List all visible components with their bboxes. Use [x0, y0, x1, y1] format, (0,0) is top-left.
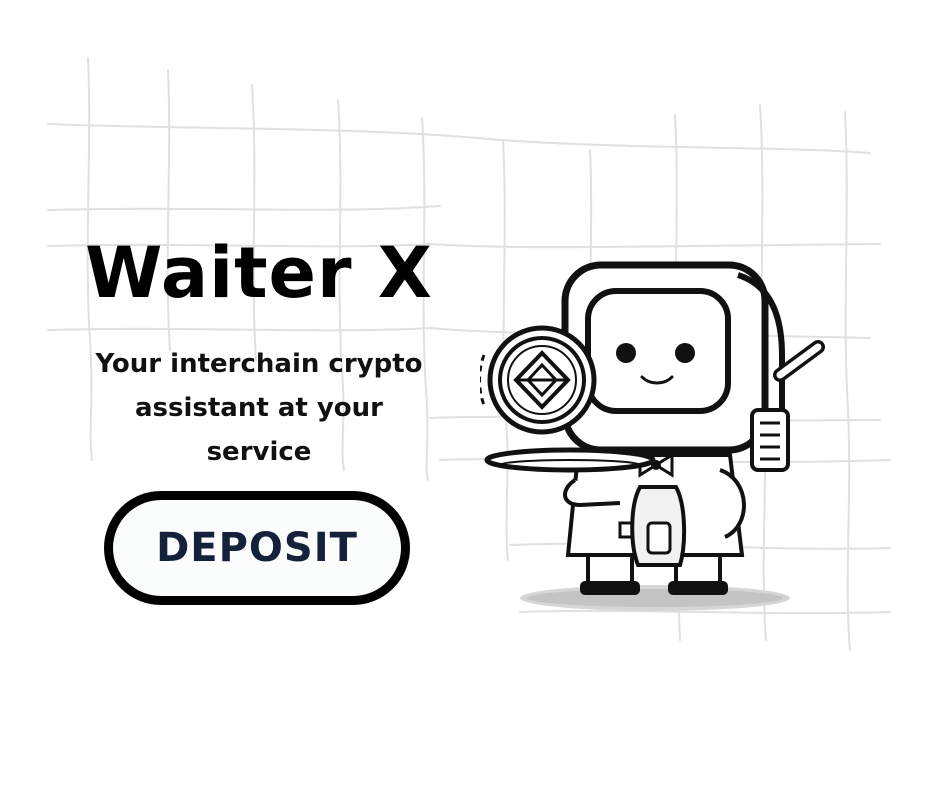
deposit-button-label: DEPOSIT: [156, 525, 358, 571]
page-title: Waiter X: [85, 232, 433, 314]
tagline-line-2: assistant at your: [134, 393, 383, 423]
tagline: Your interchain crypto assistant at your…: [60, 342, 458, 474]
robot-waiter-icon: [480, 261, 825, 611]
tagline-line-3: service: [206, 437, 312, 467]
tagline-line-1: Your interchain crypto: [95, 349, 423, 379]
ground-shadow: [520, 585, 790, 611]
crypto-coin-icon: [480, 325, 597, 435]
deposit-button[interactable]: DEPOSIT: [104, 491, 410, 605]
